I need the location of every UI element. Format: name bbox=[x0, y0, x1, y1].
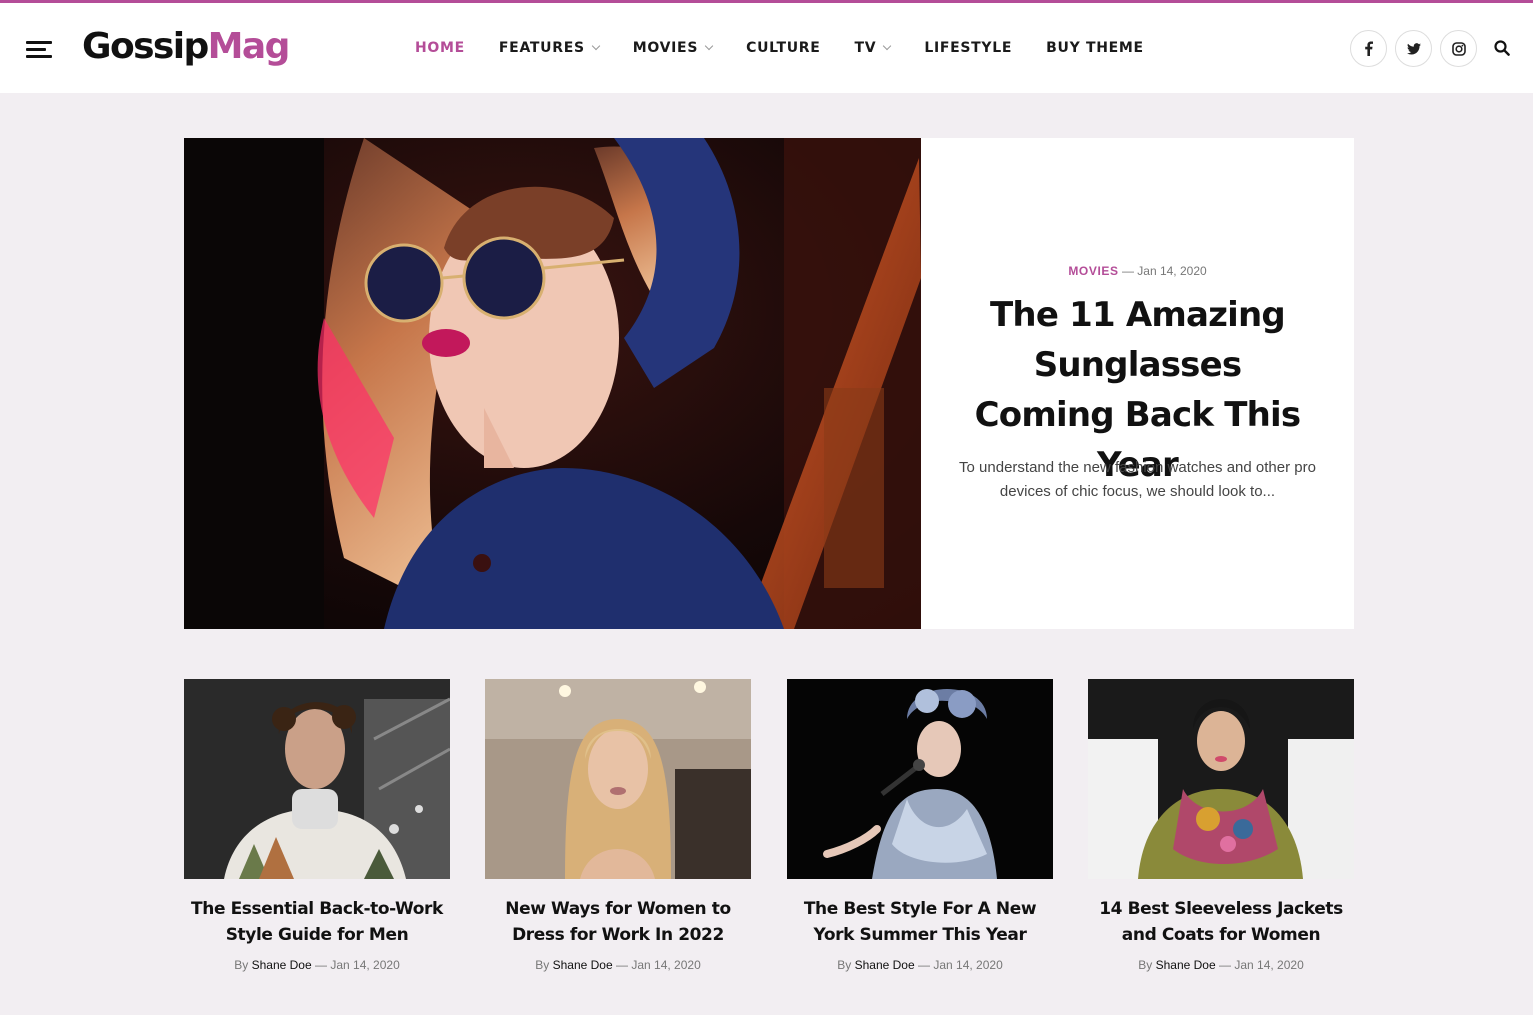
post-card: New Ways for Women to Dress for Work In … bbox=[485, 679, 751, 973]
nav-item-movies[interactable]: MOVIES bbox=[632, 39, 714, 57]
featured-excerpt: To understand the new fashion watches an… bbox=[959, 459, 1316, 500]
nav-label: TV bbox=[854, 40, 877, 56]
post-date: Jan 14, 2020 bbox=[933, 958, 1003, 972]
nav-label: MOVIES bbox=[632, 40, 699, 56]
author-link[interactable]: Shane Doe bbox=[855, 958, 915, 972]
post-date: Jan 14, 2020 bbox=[631, 958, 701, 972]
search-icon bbox=[1494, 40, 1510, 56]
author-link[interactable]: Shane Doe bbox=[252, 958, 312, 972]
post-title[interactable]: New Ways for Women to Dress for Work In … bbox=[485, 896, 751, 948]
author-link[interactable]: Shane Doe bbox=[553, 958, 613, 972]
meta-separator: — bbox=[1121, 264, 1134, 278]
meta-separator: — bbox=[918, 958, 930, 972]
post-thumbnail[interactable] bbox=[787, 679, 1053, 879]
chevron-down-icon bbox=[591, 41, 600, 51]
post-card: The Best Style For A New York Summer Thi… bbox=[787, 679, 1053, 973]
post-card: 14 Best Sleeveless Jackets and Coats for… bbox=[1088, 679, 1354, 973]
instagram-icon bbox=[1451, 41, 1466, 56]
post-meta: By Shane Doe — Jan 14, 2020 bbox=[1088, 957, 1354, 973]
author-link[interactable]: Shane Doe bbox=[1156, 958, 1216, 972]
nav-item-features[interactable]: FEATURES bbox=[498, 39, 600, 57]
post-thumbnail[interactable] bbox=[1088, 679, 1354, 879]
nav-item-tv[interactable]: TV bbox=[854, 39, 892, 57]
nav-label: LIFESTYLE bbox=[924, 40, 1013, 56]
post-meta: By Shane Doe — Jan 14, 2020 bbox=[184, 957, 450, 973]
post-date: Jan 14, 2020 bbox=[1234, 958, 1304, 972]
twitter-button[interactable] bbox=[1395, 30, 1432, 67]
post-meta: By Shane Doe — Jan 14, 2020 bbox=[485, 957, 751, 973]
post-title[interactable]: The Essential Back-to-Work Style Guide f… bbox=[184, 896, 450, 948]
post-meta: By Shane Doe — Jan 14, 2020 bbox=[787, 957, 1053, 973]
featured-content-panel: MOVIES — Jan 14, 2020 The 11 Amazing Sun… bbox=[921, 138, 1354, 629]
post-card: The Essential Back-to-Work Style Guide f… bbox=[184, 679, 450, 973]
facebook-button[interactable] bbox=[1350, 30, 1387, 67]
nav-label: BUY THEME bbox=[1046, 40, 1144, 56]
nav-item-culture[interactable]: CULTURE bbox=[746, 39, 820, 57]
hamburger-menu-icon[interactable] bbox=[26, 41, 52, 59]
logo-text-gossip: Gossip bbox=[82, 26, 209, 67]
post-date: Jan 14, 2020 bbox=[330, 958, 400, 972]
category-link[interactable]: MOVIES bbox=[1068, 264, 1118, 278]
post-date: Jan 14, 2020 bbox=[1137, 264, 1207, 278]
featured-image[interactable] bbox=[184, 138, 921, 629]
site-logo[interactable]: GossipMag bbox=[82, 25, 291, 69]
post-title[interactable]: The Best Style For A New York Summer Thi… bbox=[787, 896, 1053, 948]
nav-label: CULTURE bbox=[746, 40, 821, 56]
twitter-icon bbox=[1406, 42, 1421, 55]
nav-label: HOME bbox=[415, 40, 465, 56]
by-label: By bbox=[535, 958, 550, 972]
by-label: By bbox=[837, 958, 852, 972]
post-title[interactable]: 14 Best Sleeveless Jackets and Coats for… bbox=[1088, 896, 1354, 948]
chevron-down-icon bbox=[883, 41, 892, 51]
facebook-icon bbox=[1365, 41, 1373, 56]
by-label: By bbox=[234, 958, 249, 972]
meta-separator: — bbox=[616, 958, 628, 972]
logo-text-mag: Mag bbox=[207, 26, 291, 67]
site-header: GossipMag HOME FEATURES MOVIES CULTURE T… bbox=[0, 3, 1533, 93]
nav-label: FEATURES bbox=[498, 40, 585, 56]
instagram-button[interactable] bbox=[1440, 30, 1477, 67]
post-thumbnail[interactable] bbox=[184, 679, 450, 879]
meta-separator: — bbox=[1219, 958, 1231, 972]
meta-separator: — bbox=[315, 958, 327, 972]
featured-meta: MOVIES — Jan 14, 2020 bbox=[921, 263, 1354, 279]
by-label: By bbox=[1138, 958, 1153, 972]
nav-item-lifestyle[interactable]: LIFESTYLE bbox=[924, 39, 1012, 57]
main-nav: HOME FEATURES MOVIES CULTURE TV LIFESTYL… bbox=[415, 39, 1144, 57]
search-button[interactable] bbox=[1494, 40, 1512, 58]
nav-item-home[interactable]: HOME bbox=[415, 39, 465, 57]
post-thumbnail[interactable] bbox=[485, 679, 751, 879]
nav-item-buy-theme[interactable]: BUY THEME bbox=[1046, 39, 1144, 57]
chevron-down-icon bbox=[704, 41, 714, 51]
